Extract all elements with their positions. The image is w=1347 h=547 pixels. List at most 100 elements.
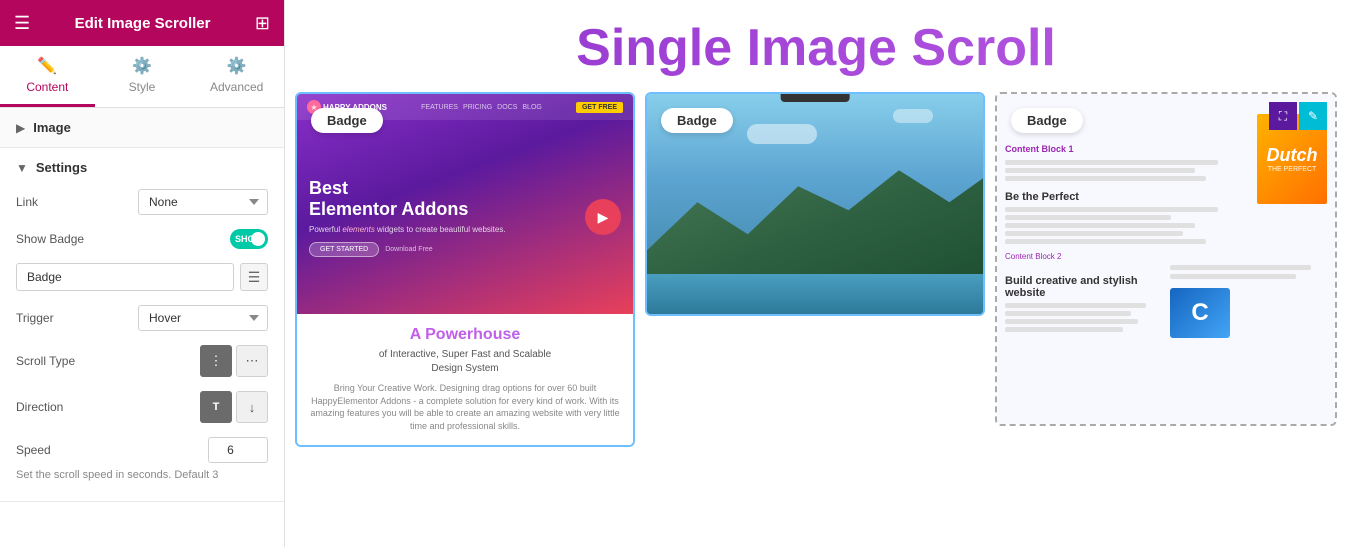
content-tab-icon: ✏️ [37, 56, 57, 76]
trigger-label: Trigger [16, 311, 96, 325]
website-buttons: GET STARTED Download Free [309, 242, 575, 257]
scroll-type-label: Scroll Type [16, 354, 96, 368]
doc-text-line-8 [1005, 239, 1206, 244]
grid-icon[interactable]: ⊞ [255, 13, 270, 34]
direction-buttons: T ↓ [200, 391, 268, 423]
show-badge-control: SHOW [96, 229, 268, 249]
website-nav-links: FEATURES PRICING DOCS BLOG [395, 104, 568, 111]
card-website: Badge ★ HAPPY ADDONS FEATURES PRICING DO… [295, 92, 635, 446]
doc-text-line-1 [1005, 160, 1218, 165]
doc-right-block: C [1170, 265, 1327, 338]
card1-bottom-title: A Powerhouse [309, 326, 621, 344]
link-field-row: Link None URL Media File [16, 189, 268, 215]
doc-book-title: Dutch [1267, 145, 1318, 166]
scroll-type-control: ⋮ ⋯ [96, 345, 268, 377]
image-section-title: Image [33, 120, 71, 135]
brand-text: elements [342, 225, 374, 234]
settings-section-header[interactable]: ▼ Settings [16, 160, 268, 175]
doc-bottom-block: Build creative and stylish website C [1005, 265, 1327, 338]
highlight-letter: C [1191, 299, 1208, 327]
direction-top-btn[interactable]: T [200, 391, 232, 423]
tab-content[interactable]: ✏️ Content [0, 46, 95, 107]
doc-build-title: Build creative and stylish website [1005, 275, 1162, 299]
card-document: ‹ ⛶ ✎ Badge Content Block 1 Dutch THE PE… [995, 92, 1337, 426]
nature-cloud-3 [893, 109, 933, 123]
scroll-type-vertical-btn[interactable]: ⋮ [200, 345, 232, 377]
nav-link-4: BLOG [522, 104, 541, 111]
badge-list-icon-btn[interactable]: ☰ [240, 263, 268, 291]
scroll-type-field-row: Scroll Type ⋮ ⋯ [16, 345, 268, 377]
cards-container: Badge ★ HAPPY ADDONS FEATURES PRICING DO… [285, 92, 1347, 547]
doc-text-line-2 [1005, 168, 1195, 173]
speed-input[interactable] [208, 437, 268, 463]
tab-style[interactable]: ⚙️ Style [95, 46, 190, 107]
nature-cloud-2 [747, 124, 817, 144]
doc-text-line-13 [1170, 265, 1311, 270]
card1-bottom-subtitle2: Design System [309, 362, 621, 376]
card3-badge: Badge [1011, 108, 1083, 133]
website-hero-title: BestElementor Addons [309, 178, 575, 221]
doc-text-line-10 [1005, 311, 1131, 316]
tab-content-label: Content [26, 80, 68, 94]
website-hero-subtitle: Powerful elements widgets to create beau… [309, 225, 575, 234]
trigger-control: Hover Click Auto [96, 305, 268, 331]
doc-text-line-14 [1170, 274, 1296, 279]
scroll-type-horizontal-btn[interactable]: ⋯ [236, 345, 268, 377]
website-hero: BestElementor Addons Powerful elements w… [297, 120, 633, 314]
menu-icon[interactable]: ☰ [14, 13, 30, 34]
website-play-btn: ▶ [585, 199, 621, 235]
panel-header: ☰ Edit Image Scroller ⊞ [0, 0, 284, 46]
doc-book-subtitle: THE PERFECT [1267, 166, 1318, 173]
card1-badge: Badge [311, 108, 383, 133]
website-hero-text: BestElementor Addons Powerful elements w… [309, 178, 575, 257]
doc-text-line-6 [1005, 223, 1195, 228]
direction-down-btn[interactable]: ↓ [236, 391, 268, 423]
toolbar-close-btn[interactable]: × [828, 92, 844, 99]
doc-text-line-4 [1005, 207, 1218, 212]
card-nature: + ⠿ × Badge [645, 92, 985, 316]
card1-bottom-hint: Bring Your Creative Work. Designing drag… [309, 382, 621, 432]
card2-badge: Badge [661, 108, 733, 133]
doc-text-line-12 [1005, 327, 1123, 332]
nav-link-1: FEATURES [421, 104, 458, 111]
direction-field-row: Direction T ↓ [16, 391, 268, 423]
doc-text-line-5 [1005, 215, 1171, 220]
website-cta: GET FREE [576, 102, 623, 113]
panel-content: ▶ Image ▼ Settings Link None URL Media F… [0, 108, 284, 547]
show-badge-toggle[interactable]: SHOW [230, 229, 268, 249]
toggle-label: SHOW [235, 234, 263, 244]
speed-label: Speed [16, 443, 96, 457]
toolbar-plus-btn[interactable]: + [787, 92, 803, 99]
toolbar-move-btn[interactable]: ⠿ [806, 92, 824, 99]
image-section-header[interactable]: ▶ Image [0, 108, 284, 148]
tab-advanced[interactable]: ⚙️ Advanced [189, 46, 284, 107]
advanced-tab-icon: ⚙️ [227, 56, 247, 76]
website-btn-download: Download Free [385, 242, 432, 257]
doc-text-line-9 [1005, 303, 1146, 308]
link-control: None URL Media File [96, 189, 268, 215]
doc-text-line-11 [1005, 319, 1138, 324]
badge-input-row: ☰ [16, 263, 268, 291]
website-btn-getstarted: GET STARTED [309, 242, 379, 257]
card1-bottom-subtitle1: of Interactive, Super Fast and Scalable [309, 348, 621, 362]
doc-text-block [1005, 160, 1242, 181]
right-content: Single Image Scroll Badge ★ HAPPY ADDONS… [285, 0, 1347, 547]
badge-input[interactable] [16, 263, 234, 291]
nav-link-3: DOCS [497, 104, 517, 111]
doc-text-block-2 [1005, 207, 1242, 244]
trigger-field-row: Trigger Hover Click Auto [16, 305, 268, 331]
speed-control [96, 437, 268, 463]
corner-icon[interactable]: ✎ [1299, 102, 1327, 130]
direction-control: T ↓ [96, 391, 268, 423]
link-select[interactable]: None URL Media File [138, 189, 268, 215]
settings-section: ▼ Settings Link None URL Media File Show… [0, 148, 284, 502]
tab-advanced-label: Advanced [210, 80, 263, 94]
show-badge-label: Show Badge [16, 232, 96, 246]
page-title: Single Image Scroll [285, 0, 1347, 92]
settings-title: Settings [36, 160, 87, 175]
trigger-select[interactable]: Hover Click Auto [138, 305, 268, 331]
card2-toolbar: + ⠿ × [781, 92, 850, 102]
expand-icon[interactable]: ⛶ [1269, 102, 1297, 130]
speed-field-row: Speed [16, 437, 268, 463]
speed-hint: Set the scroll speed in seconds. Default… [16, 469, 268, 481]
